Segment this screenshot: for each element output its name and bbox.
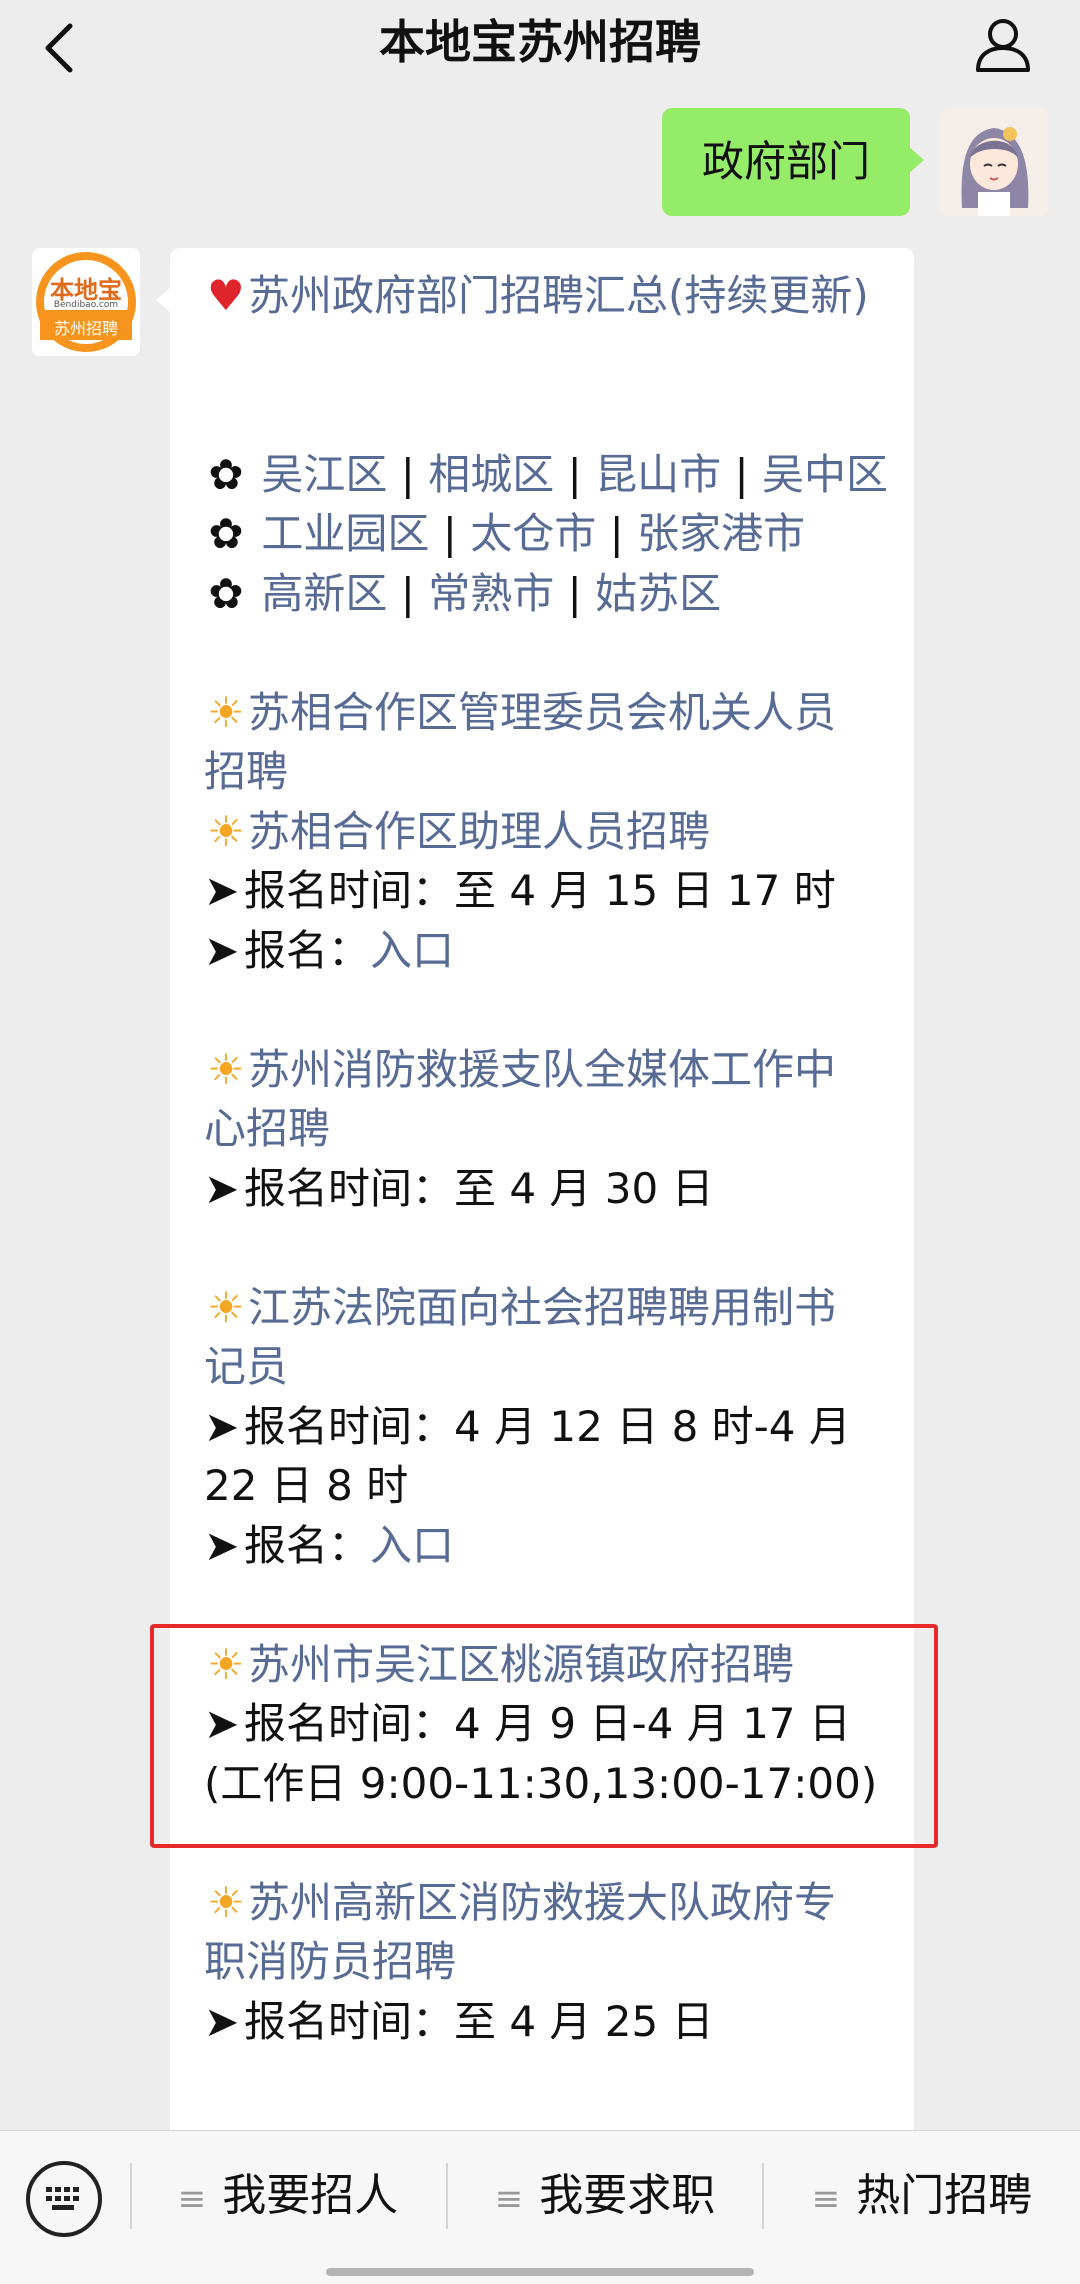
profile-icon[interactable]	[972, 14, 1034, 74]
bottom-menu-bar: ≡ 我要招人 ≡ 我要求职 ≡ 热门招聘	[0, 2130, 1080, 2284]
heading-link[interactable]: ♥苏州政府部门招聘汇总(持续更新)	[204, 266, 894, 385]
arrow-icon: ➤	[204, 1996, 240, 2046]
job-info: ➤ 报名时间：至 4 月 15 日 17 时	[204, 861, 894, 921]
menu-item-find-job[interactable]: ≡ 我要求职	[448, 2131, 762, 2261]
job-title-link[interactable]: 招聘	[204, 742, 894, 802]
flower-icon: ✿	[208, 568, 244, 618]
job-title-link[interactable]: 记员	[204, 1337, 894, 1397]
sun-icon: ☀	[207, 687, 245, 737]
job-title-link[interactable]: ☀苏州消防救援支队全媒体工作中	[204, 1040, 894, 1100]
sun-icon: ☀	[207, 1282, 245, 1332]
signup-entry-link[interactable]: 入口	[370, 1521, 454, 1570]
district-link[interactable]: 吴江区	[261, 450, 387, 499]
job-info: ➤ 报名时间：至 4 月 25 日	[204, 1992, 894, 2052]
keyboard-toggle-button[interactable]	[26, 2161, 102, 2237]
outgoing-message-bubble[interactable]: 政府部门	[662, 108, 924, 216]
district-link[interactable]: 太仓市	[470, 509, 596, 558]
keyboard-icon	[46, 2187, 79, 2210]
menu-lines-icon: ≡	[494, 2179, 524, 2219]
signup-row: ➤ 报名：入口	[204, 921, 894, 981]
sun-icon: ☀	[207, 1877, 245, 1927]
logo-bottom-text: 苏州招聘	[53, 319, 118, 338]
district-link[interactable]: 工业园区	[261, 509, 429, 558]
job-title-link[interactable]: 职消防员招聘	[204, 1932, 894, 1992]
job-info: 22 日 8 时	[204, 1461, 409, 1510]
arrow-icon: ➤	[204, 1163, 240, 1213]
arrow-icon: ➤	[204, 1520, 240, 1570]
user-avatar[interactable]	[940, 108, 1048, 216]
menu-item-hot-jobs[interactable]: ≡ 热门招聘	[764, 2131, 1080, 2261]
job-info: ➤ 报名时间：至 4 月 30 日	[204, 1159, 894, 1219]
flower-icon: ✿	[208, 509, 244, 558]
signup-row: ➤ 报名：入口	[204, 1516, 894, 1576]
arrow-icon: ➤	[204, 1401, 240, 1451]
flower-icon: ✿	[208, 449, 244, 499]
bendibao-logo-avatar[interactable]: 本地宝 Bendibao.com 苏州招聘	[32, 248, 140, 356]
district-link[interactable]: 姑苏区	[595, 569, 721, 618]
menu-lines-icon: ≡	[177, 2179, 207, 2219]
page-title: 本地宝苏州招聘	[379, 15, 701, 69]
district-link[interactable]: 张家港市	[637, 509, 805, 558]
district-row: ✿ 吴江区 | 相城区 | 昆山市 | 吴中区	[204, 445, 894, 505]
job-title-link[interactable]: ☀苏相合作区助理人员招聘	[204, 802, 894, 862]
district-row: ✿ 工业园区 | 太仓市 | 张家港市	[204, 504, 894, 564]
job-title-link[interactable]: ☀苏相合作区管理委员会机关人员	[204, 683, 894, 743]
job-title-link[interactable]: 心招聘	[204, 1099, 894, 1159]
job-title-link[interactable]: ☀苏州高新区消防救援大队政府专	[204, 1873, 894, 1933]
district-row: ✿ 高新区 | 常熟市 | 姑苏区	[204, 564, 894, 624]
job-title-link[interactable]: ☀江苏法院面向社会招聘聘用制书	[204, 1278, 894, 1338]
menu-lines-icon: ≡	[811, 2179, 841, 2219]
anime-girl-avatar-icon	[940, 108, 1048, 216]
home-indicator	[326, 2268, 754, 2276]
district-link[interactable]: 吴中区	[762, 450, 888, 499]
nav-bar: 本地宝苏州招聘	[0, 0, 1080, 106]
district-link[interactable]: 相城区	[428, 450, 554, 499]
incoming-message-bubble: ♥苏州政府部门招聘汇总(持续更新) ✿ 吴江区 | 相城区 | 昆山市 | 吴中…	[156, 248, 914, 2148]
sun-icon: ☀	[207, 1044, 245, 1094]
menu-item-hire[interactable]: ≡ 我要招人	[132, 2131, 444, 2261]
arrow-icon: ➤	[204, 925, 240, 975]
arrow-icon: ➤	[204, 866, 240, 915]
highlight-box	[150, 1624, 938, 1848]
district-link[interactable]: 昆山市	[595, 450, 721, 499]
heart-icon: ♥	[207, 271, 245, 320]
logo-mid-text: Bendibao.com	[53, 300, 119, 310]
district-link[interactable]: 常熟市	[428, 569, 554, 618]
district-link[interactable]: 高新区	[261, 569, 387, 618]
sun-icon: ☀	[207, 806, 245, 856]
signup-entry-link[interactable]: 入口	[370, 926, 454, 975]
job-info: ➤ 报名时间：4 月 12 日 8 时-4 月	[204, 1397, 894, 1457]
